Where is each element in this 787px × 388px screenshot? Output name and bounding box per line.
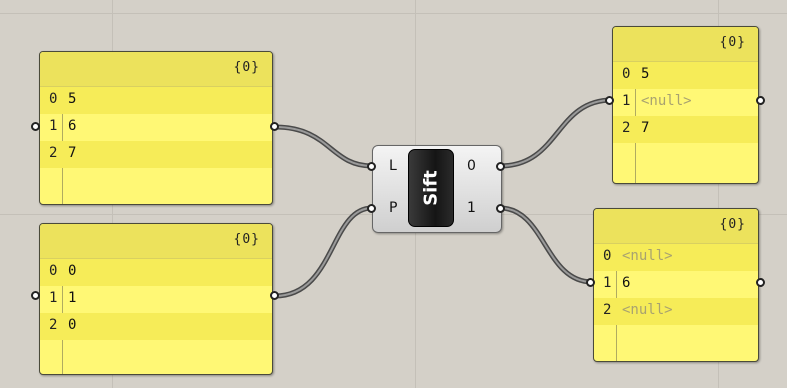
- input-grip[interactable]: [605, 96, 614, 105]
- panel-header[interactable]: {0}: [613, 27, 758, 62]
- item-index: 2: [49, 317, 58, 333]
- item-index: 1: [49, 290, 58, 306]
- branch-path: {0}: [719, 217, 746, 232]
- panel-input-bottom[interactable]: {0} 00 11 20: [39, 223, 273, 375]
- item-value: 5: [641, 66, 650, 82]
- input-grip-l[interactable]: [367, 162, 376, 171]
- list-item: 16: [594, 271, 758, 298]
- input-grip[interactable]: [586, 278, 595, 287]
- list-item: 0 <null>: [594, 244, 758, 271]
- item-value: 6: [68, 118, 77, 134]
- item-value: 0: [68, 263, 77, 279]
- panel-output-top[interactable]: {0} 05 1 <null> 27: [612, 26, 759, 184]
- list-item: 27: [613, 116, 758, 143]
- list-item: 27: [40, 141, 272, 168]
- panel-output-bottom[interactable]: {0} 0 <null> 16 2 <null>: [593, 208, 759, 362]
- item-value: 6: [622, 275, 631, 291]
- item-index: 0: [622, 66, 631, 82]
- list-item: 16: [40, 114, 272, 141]
- output-grip[interactable]: [756, 96, 765, 105]
- output-grip[interactable]: [756, 278, 765, 287]
- list-item: 1 <null>: [613, 89, 758, 116]
- list-item: 00: [40, 259, 272, 286]
- list-item: 05: [613, 62, 758, 89]
- list-item: 20: [40, 313, 272, 340]
- list-item: 05: [40, 87, 272, 114]
- item-index: 1: [49, 118, 58, 134]
- output-grip[interactable]: [270, 291, 279, 300]
- component-name: Sift: [420, 170, 442, 206]
- branch-path: {0}: [233, 232, 260, 247]
- component-name-block[interactable]: Sift: [408, 149, 454, 227]
- item-index: 2: [603, 302, 612, 318]
- input-grip[interactable]: [31, 291, 40, 300]
- output-param-1[interactable]: 1: [467, 200, 476, 216]
- output-grip-1[interactable]: [496, 204, 505, 213]
- panel-header[interactable]: {0}: [594, 209, 758, 244]
- item-index: 2: [622, 120, 631, 136]
- branch-path: {0}: [719, 35, 746, 50]
- item-value: <null>: [622, 302, 673, 318]
- output-grip[interactable]: [270, 122, 279, 131]
- input-grip[interactable]: [31, 122, 40, 131]
- input-param-p[interactable]: P: [389, 200, 397, 216]
- item-index: 2: [49, 145, 58, 161]
- sift-component[interactable]: L P Sift 0 1: [372, 145, 502, 233]
- output-param-0[interactable]: 0: [467, 158, 476, 174]
- item-value: 7: [641, 120, 650, 136]
- item-value: <null>: [641, 93, 692, 109]
- item-value: 7: [68, 145, 77, 161]
- item-value: 1: [68, 290, 77, 306]
- item-index: 0: [603, 248, 612, 264]
- item-index: 1: [622, 93, 631, 109]
- list-item: 11: [40, 286, 272, 313]
- wire-top-to-l: [272, 124, 375, 169]
- item-value: 0: [68, 317, 77, 333]
- input-param-l[interactable]: L: [389, 158, 397, 174]
- panel-header[interactable]: {0}: [40, 224, 272, 259]
- item-index: 0: [49, 263, 58, 279]
- item-value: 5: [68, 91, 77, 107]
- list-item: 2 <null>: [594, 298, 758, 325]
- panel-input-top[interactable]: {0} 05 16 27: [39, 51, 273, 205]
- panel-header[interactable]: {0}: [40, 52, 272, 87]
- input-grip-p[interactable]: [367, 204, 376, 213]
- item-index: 1: [603, 275, 612, 291]
- output-grip-0[interactable]: [496, 162, 505, 171]
- item-value: <null>: [622, 248, 673, 264]
- item-index: 0: [49, 91, 58, 107]
- branch-path: {0}: [233, 60, 260, 75]
- wire-bottom-to-p: [272, 205, 375, 299]
